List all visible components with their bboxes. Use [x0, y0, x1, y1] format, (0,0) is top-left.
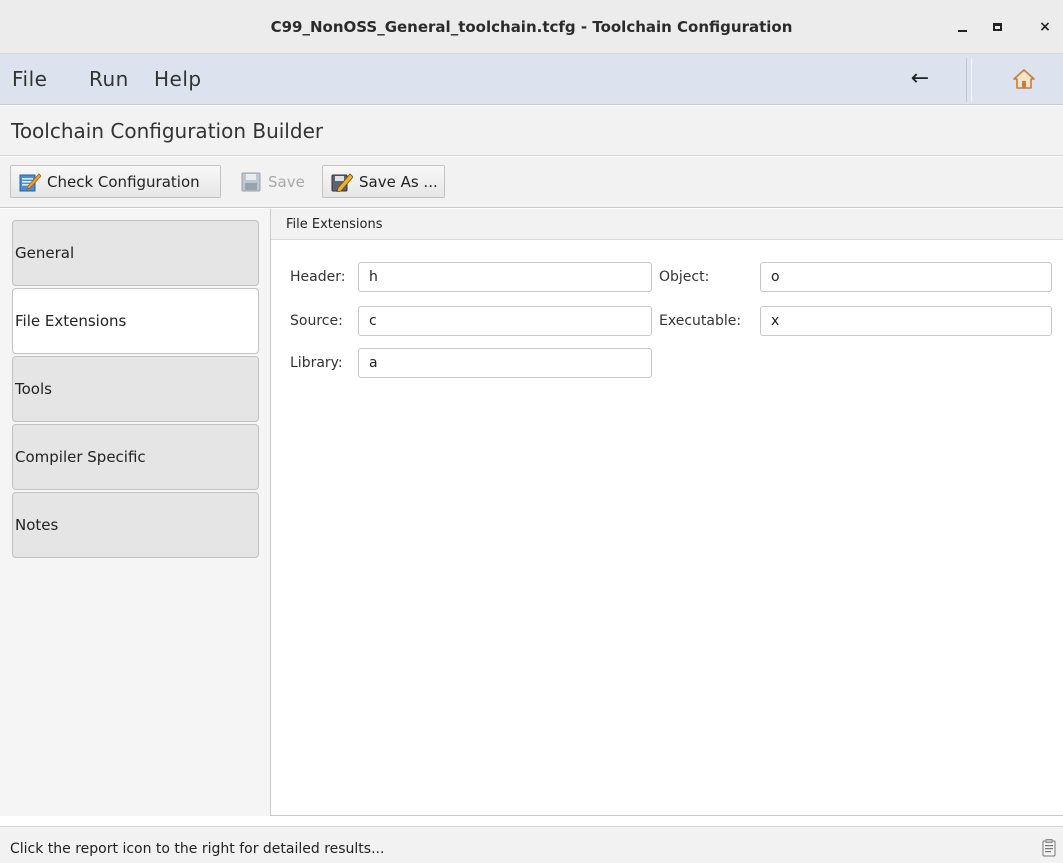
home-icon[interactable]	[1012, 68, 1036, 90]
sidebar: General File Extensions Tools Compiler S…	[0, 209, 270, 816]
close-button[interactable]: ×	[1036, 18, 1054, 36]
object-label: Object:	[659, 269, 710, 285]
executable-label: Executable:	[659, 313, 742, 329]
back-arrow-icon[interactable]: ←	[905, 66, 935, 92]
save-label: Save	[268, 172, 305, 191]
check-configuration-button[interactable]: Check Configuration	[10, 165, 221, 198]
menu-run[interactable]: Run	[89, 54, 129, 105]
title-bar: C99_NonOSS_General_toolchain.tcfg - Tool…	[0, 0, 1063, 54]
sidebar-item-label: Notes	[15, 516, 59, 534]
maximize-button[interactable]	[988, 18, 1006, 36]
check-configuration-icon	[19, 172, 41, 191]
source-label: Source:	[290, 313, 343, 329]
page-heading: Toolchain Configuration Builder	[0, 106, 1063, 156]
floppy-disk-icon	[241, 172, 261, 191]
section-title: File Extensions	[286, 217, 383, 232]
section-header: File Extensions	[271, 209, 1063, 240]
executable-extension-input[interactable]	[760, 306, 1052, 336]
page-title: Toolchain Configuration Builder	[11, 119, 324, 143]
header-label: Header:	[290, 269, 346, 285]
sidebar-item-label: File Extensions	[15, 312, 127, 330]
report-icon[interactable]	[1042, 839, 1056, 857]
sidebar-item-label: General	[15, 244, 75, 262]
sidebar-item-tools[interactable]: Tools	[12, 356, 259, 422]
library-extension-input[interactable]	[358, 348, 652, 378]
sidebar-item-label: Compiler Specific	[15, 448, 146, 466]
source-extension-input[interactable]	[358, 306, 652, 336]
sidebar-item-file-extensions[interactable]: File Extensions	[12, 288, 259, 354]
status-message: Click the report icon to the right for d…	[10, 841, 385, 857]
sidebar-item-general[interactable]: General	[12, 220, 259, 286]
save-as-icon	[331, 172, 353, 192]
menu-file[interactable]: File	[12, 54, 47, 105]
sidebar-item-label: Tools	[15, 380, 52, 398]
menu-help[interactable]: Help	[154, 54, 202, 105]
save-as-button[interactable]: Save As ...	[322, 165, 445, 198]
sidebar-item-notes[interactable]: Notes	[12, 492, 259, 558]
check-configuration-label: Check Configuration	[47, 172, 200, 191]
status-bar: Click the report icon to the right for d…	[0, 826, 1063, 863]
minimize-icon	[957, 30, 967, 32]
sidebar-item-compiler-specific[interactable]: Compiler Specific	[12, 424, 259, 490]
save-as-label: Save As ...	[359, 172, 438, 191]
header-extension-input[interactable]	[358, 262, 652, 292]
window-title: C99_NonOSS_General_toolchain.tcfg - Tool…	[270, 18, 793, 36]
save-button[interactable]: Save	[231, 165, 317, 198]
object-extension-input[interactable]	[760, 262, 1052, 292]
menu-separator	[966, 58, 972, 102]
toolbar: Check Configuration Save Save As ...	[0, 157, 1063, 208]
close-icon: ×	[1039, 19, 1051, 35]
library-label: Library:	[290, 355, 343, 371]
content-panel: File Extensions Header: Object: Source: …	[270, 209, 1063, 816]
maximize-icon	[992, 23, 1002, 31]
menu-bar: File Run Help ←	[0, 54, 1063, 105]
minimize-button[interactable]	[953, 18, 971, 36]
